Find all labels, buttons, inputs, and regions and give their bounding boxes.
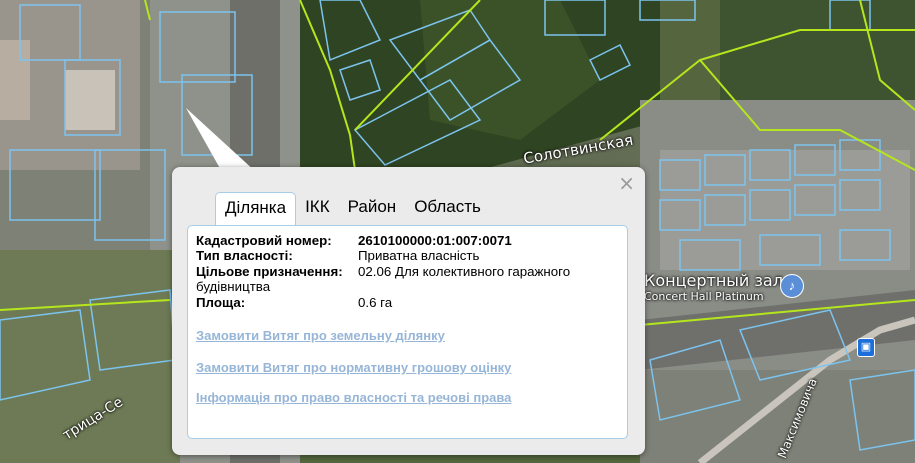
field-label: Цільове призначення: [196, 264, 343, 279]
tab-parcel[interactable]: Ділянка [215, 192, 297, 227]
parcel-details-panel: Кадастровий номер: 2610100000:01:007:007… [187, 225, 628, 439]
tab-ikk[interactable]: ІКК [296, 192, 339, 221]
cadastral-number: 2610100000:01:007:0071 [358, 233, 512, 248]
area-value: 0.6 га [358, 295, 393, 310]
close-icon[interactable]: × [618, 173, 635, 193]
popup-tabs: Ділянка ІКК Район Область [215, 192, 490, 227]
tab-district[interactable]: Район [339, 192, 406, 221]
purpose-value-tail: будівництва [196, 279, 271, 294]
purpose-value: 02.06 Для колективного гаражного [358, 264, 571, 279]
field-label: Кадастровий номер: [196, 233, 332, 248]
ownership-value: Приватна власність [358, 248, 480, 263]
ownership-rights-info-link[interactable]: Інформація про право власності та речові… [196, 390, 511, 405]
tab-region[interactable]: Область [405, 192, 490, 221]
parcel-info-popup: × Ділянка ІКК Район Область Кадастровий … [172, 167, 645, 455]
order-valuation-extract-link[interactable]: Замовити Витяг про нормативну грошову оц… [196, 360, 511, 375]
order-parcel-extract-link[interactable]: Замовити Витяг про земельну ділянку [196, 328, 445, 343]
field-label: Площа: [196, 295, 246, 310]
field-label: Тип власності: [196, 248, 293, 263]
